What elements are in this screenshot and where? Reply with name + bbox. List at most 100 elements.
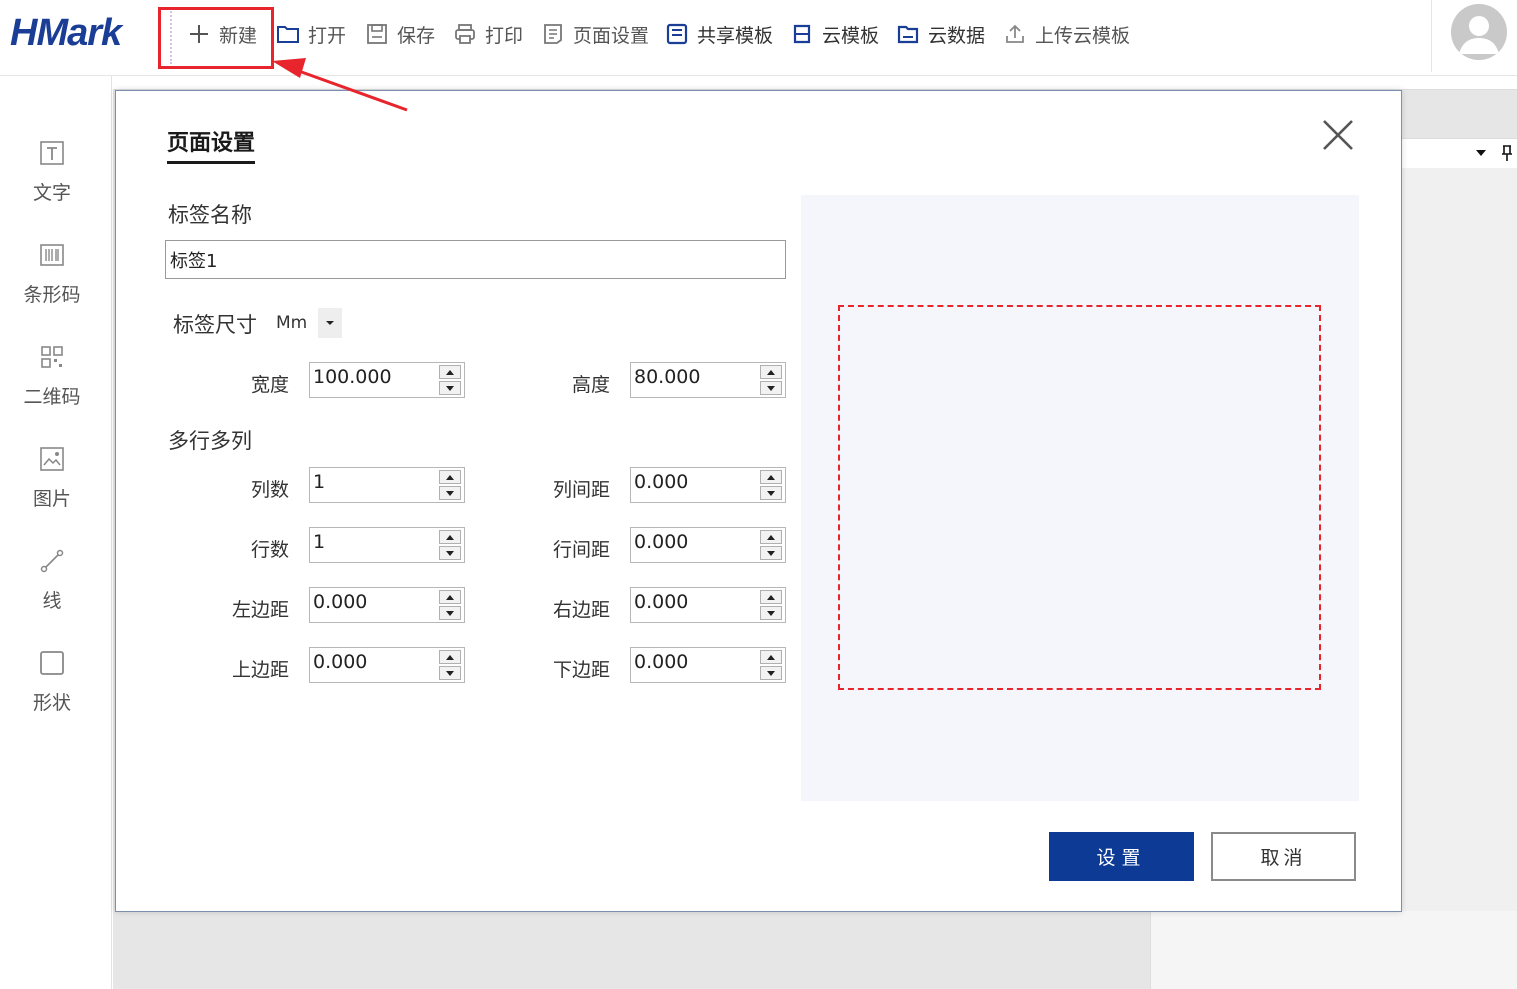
cloud-data-button[interactable]: 云数据 [896, 18, 985, 50]
row-gap-increment-button[interactable] [760, 530, 782, 544]
height-spinbox[interactable]: 80.000 [630, 362, 786, 398]
cloud-data-button-label: 云数据 [928, 24, 986, 47]
share-template-button-label: 共享模板 [697, 24, 774, 47]
left-margin-increment-button[interactable] [439, 590, 461, 604]
unit-select-value: Mm [276, 313, 308, 333]
right-margin-value: 0.000 [634, 591, 689, 613]
upload-cloud-template-button[interactable]: 上传云模板 [1003, 18, 1130, 50]
label-name-input[interactable]: 标签1 [165, 240, 786, 279]
unit-select[interactable]: Mm [276, 307, 348, 339]
row-gap-spinbox[interactable]: 0.000 [630, 527, 786, 563]
width-value: 100.000 [313, 366, 392, 388]
bottom-margin-spinbox[interactable]: 0.000 [630, 647, 786, 683]
tool-panel: 文字 条形码 二维码 图片 线 形状 [0, 76, 112, 989]
print-button[interactable]: 打印 [453, 18, 523, 50]
barcode-icon [40, 244, 64, 266]
height-decrement-button[interactable] [760, 381, 782, 395]
top-margin-spinbox[interactable]: 0.000 [309, 647, 465, 683]
printer-icon [455, 24, 475, 44]
row-gap-label: 行间距 [552, 539, 610, 561]
tool-barcode[interactable]: 条形码 [0, 240, 104, 307]
left-margin-label: 左边距 [231, 599, 289, 621]
page-settings-icon [544, 24, 562, 44]
page-settings-button[interactable]: 页面设置 [541, 18, 649, 50]
rows-increment-button[interactable] [439, 530, 461, 544]
left-margin-spinbox[interactable]: 0.000 [309, 587, 465, 623]
tool-image[interactable]: 图片 [0, 444, 104, 511]
right-margin-decrement-button[interactable] [760, 606, 782, 620]
share-template-icon [666, 23, 688, 45]
bottom-margin-value: 0.000 [634, 651, 689, 673]
col-gap-increment-button[interactable] [760, 470, 782, 484]
upload-icon [1006, 24, 1024, 43]
save-icon [367, 24, 387, 44]
rows-spinbox[interactable]: 1 [309, 527, 465, 563]
close-icon[interactable] [1320, 117, 1356, 153]
left-margin-value: 0.000 [313, 591, 368, 613]
tool-line-label: 线 [42, 590, 62, 612]
col-gap-spinbox[interactable]: 0.000 [630, 467, 786, 503]
tool-shape[interactable]: 形状 [0, 648, 104, 715]
left-margin-decrement-button[interactable] [439, 606, 461, 620]
col-gap-decrement-button[interactable] [760, 486, 782, 500]
properties-panel-header [1402, 138, 1517, 168]
label-size-heading: 标签尺寸 [173, 313, 257, 337]
upload-cloud-template-button-label: 上传云模板 [1035, 24, 1131, 47]
top-margin-decrement-button[interactable] [439, 666, 461, 680]
tool-image-label: 图片 [32, 488, 71, 510]
multi-row-col-heading: 多行多列 [168, 429, 252, 453]
top-margin-label: 上边距 [231, 659, 289, 681]
tool-text[interactable]: 文字 [0, 138, 104, 205]
status-panel [1150, 911, 1517, 989]
col-gap-value: 0.000 [634, 471, 689, 493]
bottom-margin-decrement-button[interactable] [760, 666, 782, 680]
print-button-label: 打印 [485, 24, 524, 47]
cols-value: 1 [313, 471, 326, 493]
right-margin-spinbox[interactable]: 0.000 [630, 587, 786, 623]
cols-increment-button[interactable] [439, 470, 461, 484]
height-increment-button[interactable] [760, 365, 782, 379]
rows-decrement-button[interactable] [439, 546, 461, 560]
dropdown-arrow-icon[interactable] [1474, 148, 1488, 158]
bottom-margin-increment-button[interactable] [760, 650, 782, 664]
right-margin-label: 右边距 [552, 599, 610, 621]
cloud-template-button[interactable]: 云模板 [790, 18, 879, 50]
width-decrement-button[interactable] [439, 381, 461, 395]
text-icon [40, 141, 64, 165]
width-increment-button[interactable] [439, 365, 461, 379]
pin-icon[interactable] [1500, 144, 1514, 162]
row-gap-decrement-button[interactable] [760, 546, 782, 560]
tool-qrcode[interactable]: 二维码 [0, 342, 104, 409]
user-icon [1451, 4, 1507, 60]
ruler [113, 76, 1517, 90]
right-margin-increment-button[interactable] [760, 590, 782, 604]
page-settings-button-label: 页面设置 [573, 24, 650, 47]
chevron-down-icon[interactable] [318, 308, 342, 338]
height-value: 80.000 [634, 366, 701, 388]
folder-icon [277, 26, 299, 43]
share-template-button[interactable]: 共享模板 [665, 18, 773, 50]
width-label: 宽度 [250, 374, 289, 396]
tool-qrcode-label: 二维码 [23, 386, 81, 408]
top-margin-value: 0.000 [313, 651, 368, 673]
cols-spinbox[interactable]: 1 [309, 467, 465, 503]
cloud-template-button-label: 云模板 [822, 24, 880, 47]
cloud-data-icon [897, 25, 919, 44]
bottom-margin-label: 下边距 [552, 659, 610, 681]
toolbar-divider-right [1431, 0, 1432, 72]
tool-text-label: 文字 [32, 182, 71, 204]
save-button-label: 保存 [397, 24, 436, 47]
set-button[interactable]: 设置 [1049, 832, 1194, 881]
cols-decrement-button[interactable] [439, 486, 461, 500]
open-button[interactable]: 打开 [276, 18, 346, 50]
save-button[interactable]: 保存 [365, 18, 435, 50]
cols-label: 列数 [250, 479, 289, 501]
top-margin-increment-button[interactable] [439, 650, 461, 664]
cancel-button[interactable]: 取消 [1211, 832, 1356, 881]
tool-line[interactable]: 线 [0, 546, 104, 613]
width-spinbox[interactable]: 100.000 [309, 362, 465, 398]
new-button-highlight [158, 7, 274, 69]
tool-shape-label: 形状 [32, 692, 71, 714]
shape-icon [40, 651, 64, 675]
user-avatar[interactable] [1451, 4, 1507, 60]
